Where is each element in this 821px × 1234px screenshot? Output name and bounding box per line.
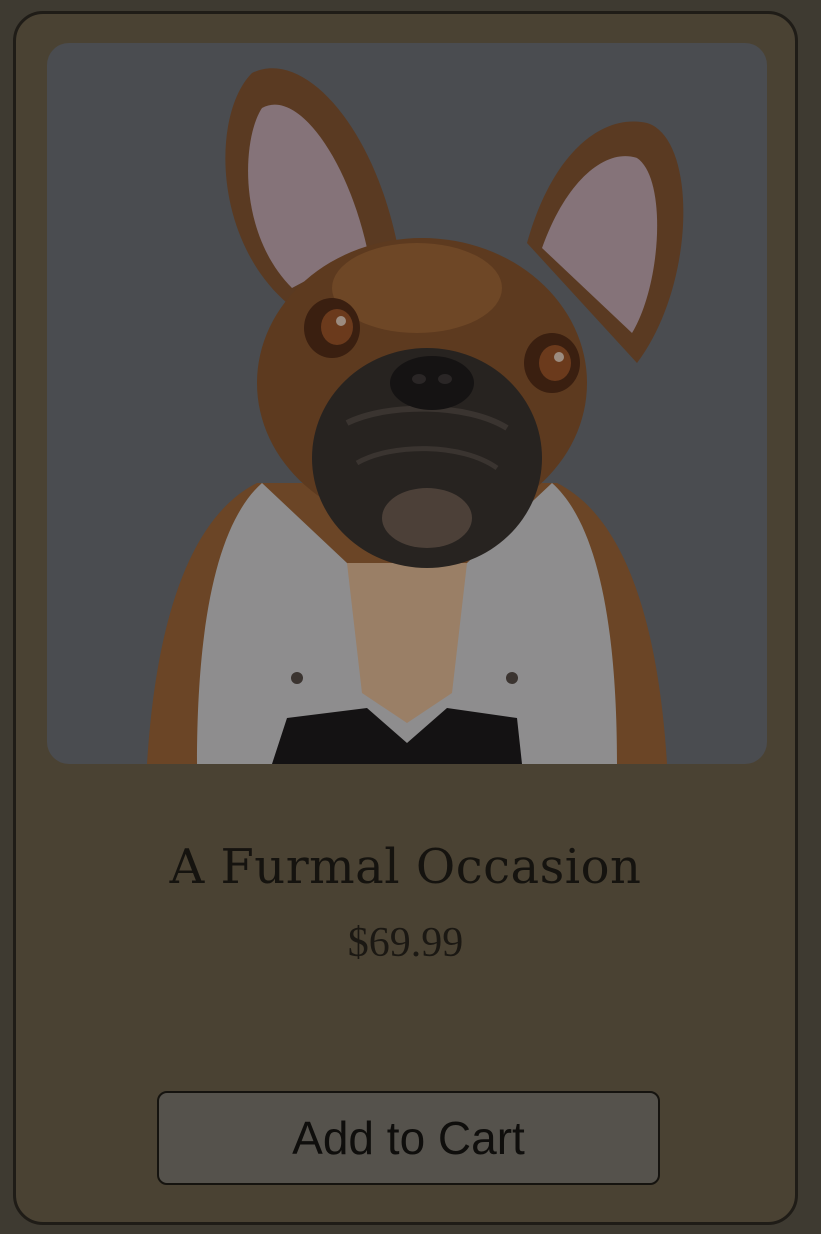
dog-illustration: [147, 68, 684, 764]
product-title: A Furmal Occasion: [169, 839, 642, 895]
product-card: A Furmal Occasion $69.99 Add to Cart: [13, 11, 798, 1225]
add-to-cart-button[interactable]: Add to Cart: [157, 1091, 660, 1185]
product-image[interactable]: [47, 43, 767, 764]
product-price: $69.99: [347, 920, 464, 966]
